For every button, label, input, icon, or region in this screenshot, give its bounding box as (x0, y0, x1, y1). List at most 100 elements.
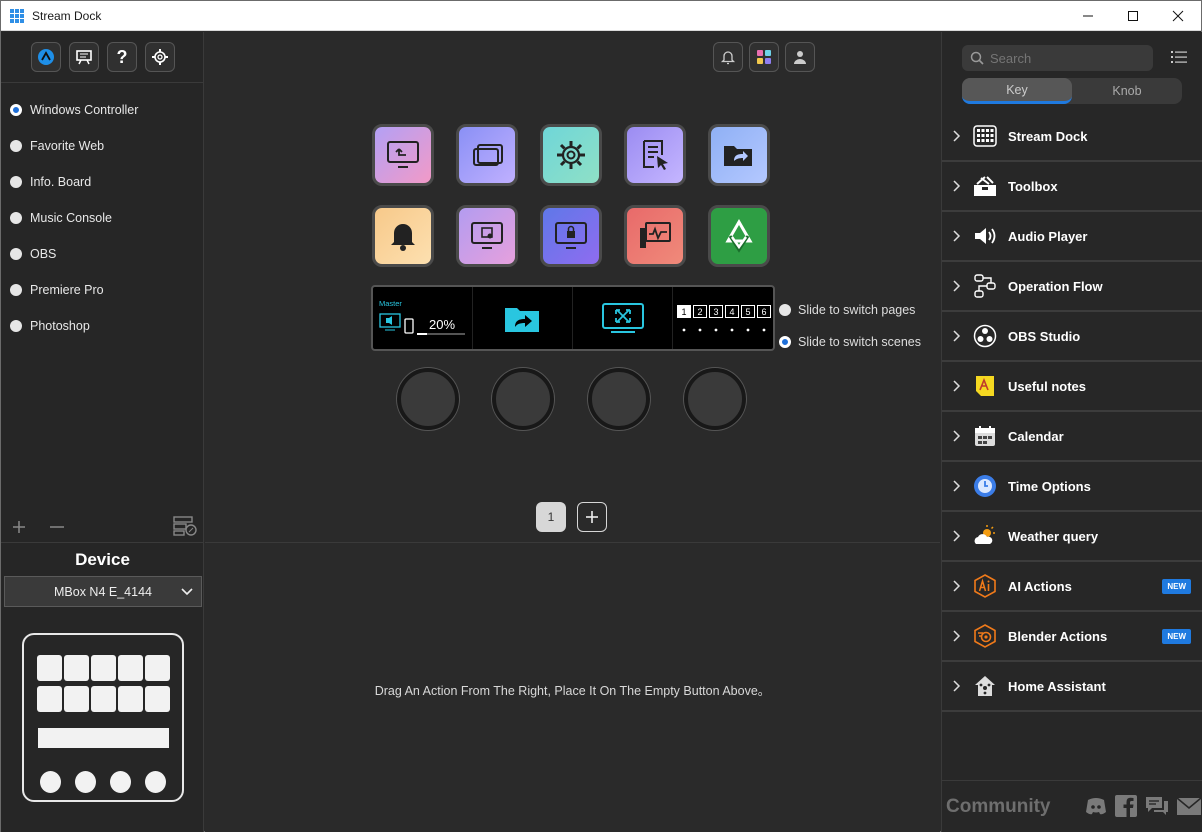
help-button[interactable]: ? (107, 42, 137, 72)
category-toolbox[interactable]: Toolbox (942, 162, 1202, 212)
radio[interactable] (10, 284, 22, 296)
profile-item[interactable]: Windows Controller (1, 92, 204, 128)
page-number[interactable]: 1 (677, 305, 691, 318)
notes-icon (972, 373, 998, 399)
key-slot[interactable] (624, 124, 686, 186)
mail-icon[interactable] (1176, 794, 1202, 818)
key-slot[interactable] (372, 205, 434, 267)
key-slot[interactable] (708, 205, 770, 267)
key-slot[interactable] (624, 205, 686, 267)
tab-key[interactable]: Key (962, 78, 1072, 104)
category-useful-notes[interactable]: Useful notes (942, 362, 1202, 412)
strip-volume-segment[interactable]: Master 20% (373, 287, 473, 349)
device-dropdown[interactable]: MBox N4 E_4144 (4, 576, 202, 607)
search-input[interactable] (990, 50, 1140, 66)
calendar-icon (972, 423, 998, 449)
knob-slot[interactable] (492, 368, 554, 430)
store-button[interactable] (31, 42, 61, 72)
category-label: Stream Dock (1008, 128, 1088, 144)
profile-manage-button[interactable] (173, 515, 197, 537)
strip-fullscreen-segment[interactable] (573, 287, 673, 349)
key-slot[interactable] (456, 205, 518, 267)
page-indicator: 1 2 3 4 5 6 (677, 305, 771, 318)
preview-key (91, 686, 116, 712)
page-number[interactable]: 4 (725, 305, 739, 318)
key-slot[interactable] (456, 124, 518, 186)
social-links (1084, 794, 1202, 818)
facebook-icon[interactable] (1114, 794, 1138, 818)
slide-option-label: Slide to switch pages (798, 303, 916, 317)
category-home-assistant[interactable]: Home Assistant (942, 662, 1202, 712)
strip-pages-segment[interactable]: 1 2 3 4 5 6 (673, 287, 773, 349)
new-badge: NEW (1162, 629, 1191, 644)
list-view-icon[interactable] (1171, 50, 1187, 64)
category-obs-studio[interactable]: OBS Studio (942, 312, 1202, 362)
category-blender-actions[interactable]: Blender Actions NEW (942, 612, 1202, 662)
profile-item[interactable]: OBS (1, 236, 204, 272)
account-button[interactable] (785, 42, 815, 72)
add-profile-button[interactable] (11, 519, 27, 535)
theme-button[interactable] (749, 42, 779, 72)
knob-slot[interactable] (397, 368, 459, 430)
search-box[interactable] (962, 45, 1153, 71)
add-page-button[interactable] (577, 502, 607, 532)
category-audio-player[interactable]: Audio Player (942, 212, 1202, 262)
radio[interactable] (779, 304, 791, 316)
knob-slot[interactable] (588, 368, 650, 430)
discord-icon[interactable] (1084, 794, 1108, 818)
key-knob-toggle: Key Knob (962, 78, 1182, 104)
page-dots (682, 328, 766, 332)
obs-icon (972, 323, 998, 349)
touch-strip[interactable]: Master 20% 1 2 3 4 5 6 (371, 285, 775, 351)
category-operation-flow[interactable]: Operation Flow (942, 262, 1202, 312)
question-icon: ? (116, 46, 128, 67)
feedback-icon[interactable] (1144, 794, 1170, 818)
key-slot[interactable] (540, 205, 602, 267)
key-slot[interactable] (708, 124, 770, 186)
category-weather-query[interactable]: Weather query (942, 512, 1202, 562)
page-tab[interactable]: 1 (536, 502, 566, 532)
profile-item[interactable]: Music Console (1, 200, 204, 236)
strip-folder-segment[interactable] (473, 287, 573, 349)
radio-selected[interactable] (10, 104, 22, 116)
radio[interactable] (10, 140, 22, 152)
page-number[interactable]: 2 (693, 305, 707, 318)
profile-label: Info. Board (30, 175, 92, 189)
radio[interactable] (10, 248, 22, 260)
category-label: Home Assistant (1008, 678, 1106, 694)
maximize-button[interactable] (1110, 1, 1156, 31)
radio[interactable] (10, 320, 22, 332)
page-number[interactable]: 6 (757, 305, 771, 318)
radio[interactable] (10, 212, 22, 224)
category-ai-actions[interactable]: AI Actions NEW (942, 562, 1202, 612)
presentation-button[interactable] (69, 42, 99, 72)
category-calendar[interactable]: Calendar (942, 412, 1202, 462)
profile-item[interactable]: Premiere Pro (1, 272, 204, 308)
remove-profile-button[interactable] (49, 519, 65, 535)
category-time-options[interactable]: Time Options (942, 462, 1202, 512)
key-slot[interactable] (540, 124, 602, 186)
profile-item[interactable]: Info. Board (1, 164, 204, 200)
flow-icon (972, 273, 998, 299)
preview-touchbar (38, 728, 169, 748)
slide-option[interactable]: Slide to switch scenes (779, 326, 921, 358)
page-number[interactable]: 3 (709, 305, 723, 318)
tab-knob[interactable]: Knob (1072, 78, 1182, 104)
task-manager-icon (640, 222, 671, 248)
preview-knob (75, 771, 96, 793)
category-label: Weather query (1008, 528, 1099, 544)
gear-icon (152, 49, 168, 65)
notifications-button[interactable] (713, 42, 743, 72)
category-stream-dock[interactable]: Stream Dock (942, 112, 1202, 162)
close-button[interactable] (1155, 1, 1201, 31)
minimize-button[interactable] (1065, 1, 1111, 31)
radio-selected[interactable] (779, 336, 791, 348)
knob-slot[interactable] (684, 368, 746, 430)
slide-option[interactable]: Slide to switch pages (779, 294, 921, 326)
profile-item[interactable]: Favorite Web (1, 128, 204, 164)
settings-button[interactable] (145, 42, 175, 72)
radio[interactable] (10, 176, 22, 188)
page-number[interactable]: 5 (741, 305, 755, 318)
key-slot[interactable] (372, 124, 434, 186)
profile-item[interactable]: Photoshop (1, 308, 204, 344)
